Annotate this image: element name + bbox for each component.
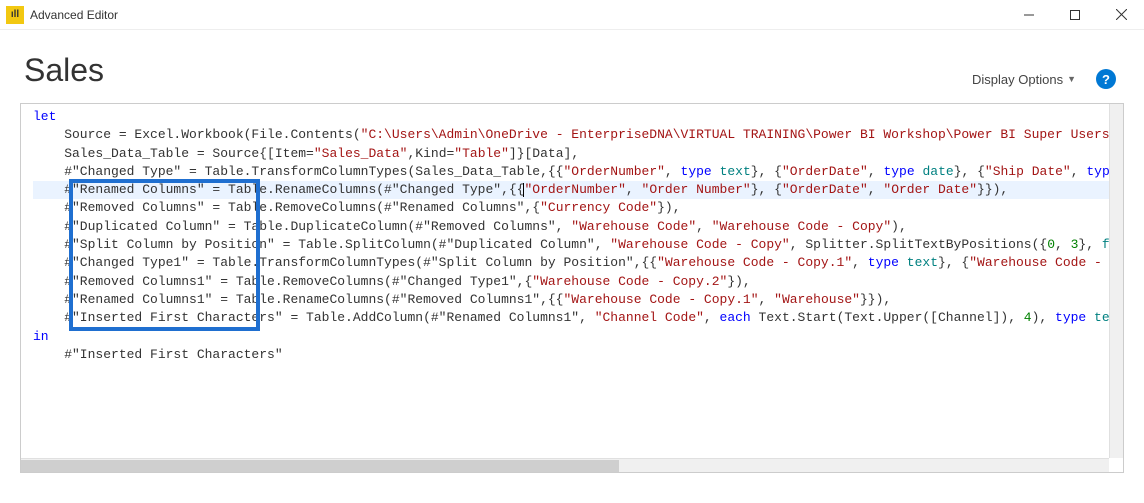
titlebar-left: ıll Advanced Editor (6, 6, 118, 24)
titlebar-controls (1006, 0, 1144, 30)
code-editor-viewport[interactable]: let Source = Excel.Workbook(File.Content… (21, 104, 1123, 472)
help-icon[interactable]: ? (1096, 69, 1116, 89)
code-line-highlighted: #"Renamed Columns" = Table.RenameColumns… (33, 181, 1123, 199)
chevron-down-icon: ▼ (1067, 74, 1076, 84)
code-editor[interactable]: let Source = Excel.Workbook(File.Content… (20, 103, 1124, 473)
horizontal-scrollbar[interactable] (21, 458, 1109, 472)
minimize-button[interactable] (1006, 0, 1052, 30)
code-keyword-let: let (33, 109, 56, 124)
horizontal-scrollbar-thumb[interactable] (21, 460, 619, 472)
app-icon: ıll (6, 6, 24, 24)
query-name: Sales (24, 52, 104, 89)
vertical-scrollbar[interactable] (1109, 104, 1123, 458)
close-button[interactable] (1098, 0, 1144, 30)
display-options-dropdown[interactable]: Display Options ▼ (972, 72, 1076, 87)
code-keyword-in: in (33, 329, 49, 344)
titlebar: ıll Advanced Editor (0, 0, 1144, 30)
header: Sales Display Options ▼ ? (0, 30, 1144, 103)
header-right: Display Options ▼ ? (972, 69, 1116, 89)
code-content[interactable]: let Source = Excel.Workbook(File.Content… (33, 108, 1123, 364)
window-title: Advanced Editor (30, 8, 118, 22)
display-options-label: Display Options (972, 72, 1063, 87)
maximize-button[interactable] (1052, 0, 1098, 30)
